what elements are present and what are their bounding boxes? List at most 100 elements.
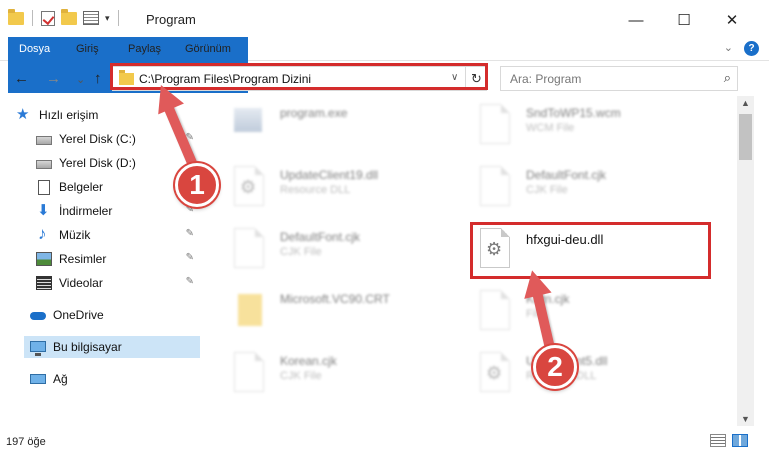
- music-icon: [36, 224, 52, 244]
- exe-file-icon: [234, 108, 262, 132]
- sidebar-item-label: Belgeler: [59, 180, 104, 194]
- toolbar-separator: [117, 10, 119, 26]
- file-type: Resource DLL: [280, 184, 351, 196]
- properties-check-icon[interactable]: [41, 10, 55, 26]
- target-file-highlight-box: [470, 222, 711, 279]
- item-count: 197 öğe: [6, 436, 46, 448]
- sidebar-item-network[interactable]: Ağ: [30, 368, 200, 390]
- sidebar-item-label: İndirmeler: [59, 204, 113, 218]
- file-name: UpdateClient19.dll: [280, 168, 379, 182]
- file-icon: [480, 166, 510, 206]
- network-icon: [30, 374, 46, 384]
- sidebar-item-downloads[interactable]: İndirmeler ✎: [36, 200, 200, 222]
- back-button[interactable]: ←: [14, 70, 29, 87]
- list-item[interactable]: U___Client5.dll Resource DLL: [474, 346, 714, 402]
- sidebar-item-pictures[interactable]: Resimler ✎: [36, 248, 200, 270]
- list-item[interactable]: UpdateClient19.dll Resource DLL: [228, 160, 468, 216]
- file-name: DefaultFont.cjk: [526, 168, 607, 182]
- expand-ribbon-chevron-icon[interactable]: ⌄: [724, 41, 733, 54]
- pin-icon: ✎: [185, 252, 194, 263]
- scrollbar-thumb[interactable]: [739, 114, 752, 160]
- scroll-up-arrow-icon[interactable]: ▲: [741, 98, 750, 108]
- list-item[interactable]: SndToWP15.wcm WCM File: [474, 98, 714, 154]
- pin-icon: ✎: [185, 276, 194, 287]
- minimize-button[interactable]: —: [616, 6, 656, 34]
- file-type: CJK File: [280, 370, 322, 382]
- sidebar-item-music[interactable]: Müzik ✎: [36, 224, 200, 246]
- tab-paylas[interactable]: Paylaş: [118, 37, 171, 61]
- file-icon: [480, 290, 510, 330]
- cloud-icon: [30, 308, 46, 322]
- folder-icon: [238, 294, 262, 326]
- sidebar-item-videos[interactable]: Videolar ✎: [36, 272, 200, 294]
- search-icon[interactable]: ⌕: [724, 70, 731, 86]
- recent-locations-chevron-icon[interactable]: ⌄: [76, 73, 85, 86]
- dll-gear-icon: [480, 352, 510, 392]
- disk-icon: [36, 160, 52, 169]
- file-name: Korean.cjk: [280, 354, 337, 368]
- computer-icon: [30, 340, 46, 356]
- list-item[interactable]: Korn.cjk File: [474, 284, 714, 340]
- list-item[interactable]: Microsoft.VC90.CRT: [228, 284, 468, 340]
- sidebar-item-label: OneDrive: [53, 308, 104, 322]
- quick-access-toolbar: ▾: [8, 8, 121, 26]
- step-2-badge: 2: [533, 345, 577, 389]
- download-icon: [36, 201, 52, 219]
- file-name: DefaultFont.cjk: [280, 230, 361, 244]
- step-1-badge: 1: [175, 163, 219, 207]
- folder-icon: [8, 8, 24, 25]
- title-bar: ▾ Program — ☐ ✕: [0, 0, 769, 40]
- file-name: Microsoft.VC90.CRT: [280, 292, 390, 306]
- file-type: WCM File: [526, 122, 575, 134]
- file-icon: [234, 228, 264, 268]
- status-bar: 197 öğe: [0, 430, 769, 467]
- scroll-down-arrow-icon[interactable]: ▼: [741, 414, 750, 424]
- pictures-icon: [36, 252, 52, 266]
- list-item[interactable]: DefaultFont.cjk CJK File: [474, 160, 714, 216]
- sidebar-item-onedrive[interactable]: OneDrive: [30, 304, 200, 326]
- ribbon-tabs: Dosya Giriş Paylaş Görünüm ⌄ ?: [0, 37, 769, 93]
- help-icon[interactable]: ?: [744, 41, 759, 56]
- sidebar-item-quick-access[interactable]: Hızlı erişim: [16, 104, 216, 126]
- pin-icon: ✎: [185, 228, 194, 239]
- sidebar-item-this-pc[interactable]: Bu bilgisayar: [24, 336, 200, 358]
- up-button[interactable]: ↑: [94, 70, 102, 87]
- tiles-view-icon[interactable]: [732, 434, 748, 447]
- list-item[interactable]: Korean.cjk CJK File: [228, 346, 468, 402]
- document-icon: [38, 179, 50, 195]
- search-input[interactable]: Ara: Program: [510, 72, 581, 86]
- navigation-pane: Hızlı erişim Yerel Disk (C:) ✎ Yerel Dis…: [0, 96, 203, 426]
- search-box[interactable]: Ara: Program ⌕: [500, 66, 738, 91]
- sidebar-item-label: Hızlı erişim: [39, 108, 99, 122]
- file-name: program.exe: [280, 106, 348, 120]
- file-name: SndToWP15.wcm: [526, 106, 621, 120]
- details-view-icon[interactable]: [710, 434, 726, 447]
- sidebar-item-label: Yerel Disk (C:): [59, 132, 136, 146]
- dll-gear-icon: [234, 166, 264, 206]
- vertical-scrollbar[interactable]: ▲ ▼: [737, 96, 754, 426]
- maximize-button[interactable]: ☐: [664, 6, 704, 34]
- sidebar-item-label: Resimler: [59, 252, 107, 266]
- close-button[interactable]: ✕: [712, 6, 752, 34]
- list-item[interactable]: program.exe: [228, 98, 468, 154]
- new-folder-icon[interactable]: [61, 8, 77, 25]
- toolbar-separator: [32, 10, 33, 26]
- file-type: CJK File: [526, 184, 568, 196]
- file-icon: [480, 104, 510, 144]
- view-properties-icon[interactable]: [83, 11, 99, 25]
- sidebar-item-label: Videolar: [59, 276, 103, 290]
- sidebar-item-label: Müzik: [59, 228, 91, 242]
- star-icon: [16, 105, 32, 123]
- tab-giris[interactable]: Giriş: [66, 37, 109, 61]
- tab-gorunum[interactable]: Görünüm: [175, 37, 241, 61]
- customize-toolbar-chevron-icon[interactable]: ▾: [105, 13, 110, 24]
- forward-button[interactable]: →: [46, 70, 61, 87]
- list-item[interactable]: DefaultFont.cjk CJK File: [228, 222, 468, 278]
- disk-icon: [36, 136, 52, 145]
- video-icon: [36, 276, 52, 290]
- sidebar-item-local-disk-d[interactable]: Yerel Disk (D:): [36, 152, 200, 174]
- window-title: Program: [146, 12, 196, 27]
- sidebar-item-label: Yerel Disk (D:): [59, 156, 136, 170]
- file-icon: [234, 352, 264, 392]
- file-type: CJK File: [280, 246, 322, 258]
